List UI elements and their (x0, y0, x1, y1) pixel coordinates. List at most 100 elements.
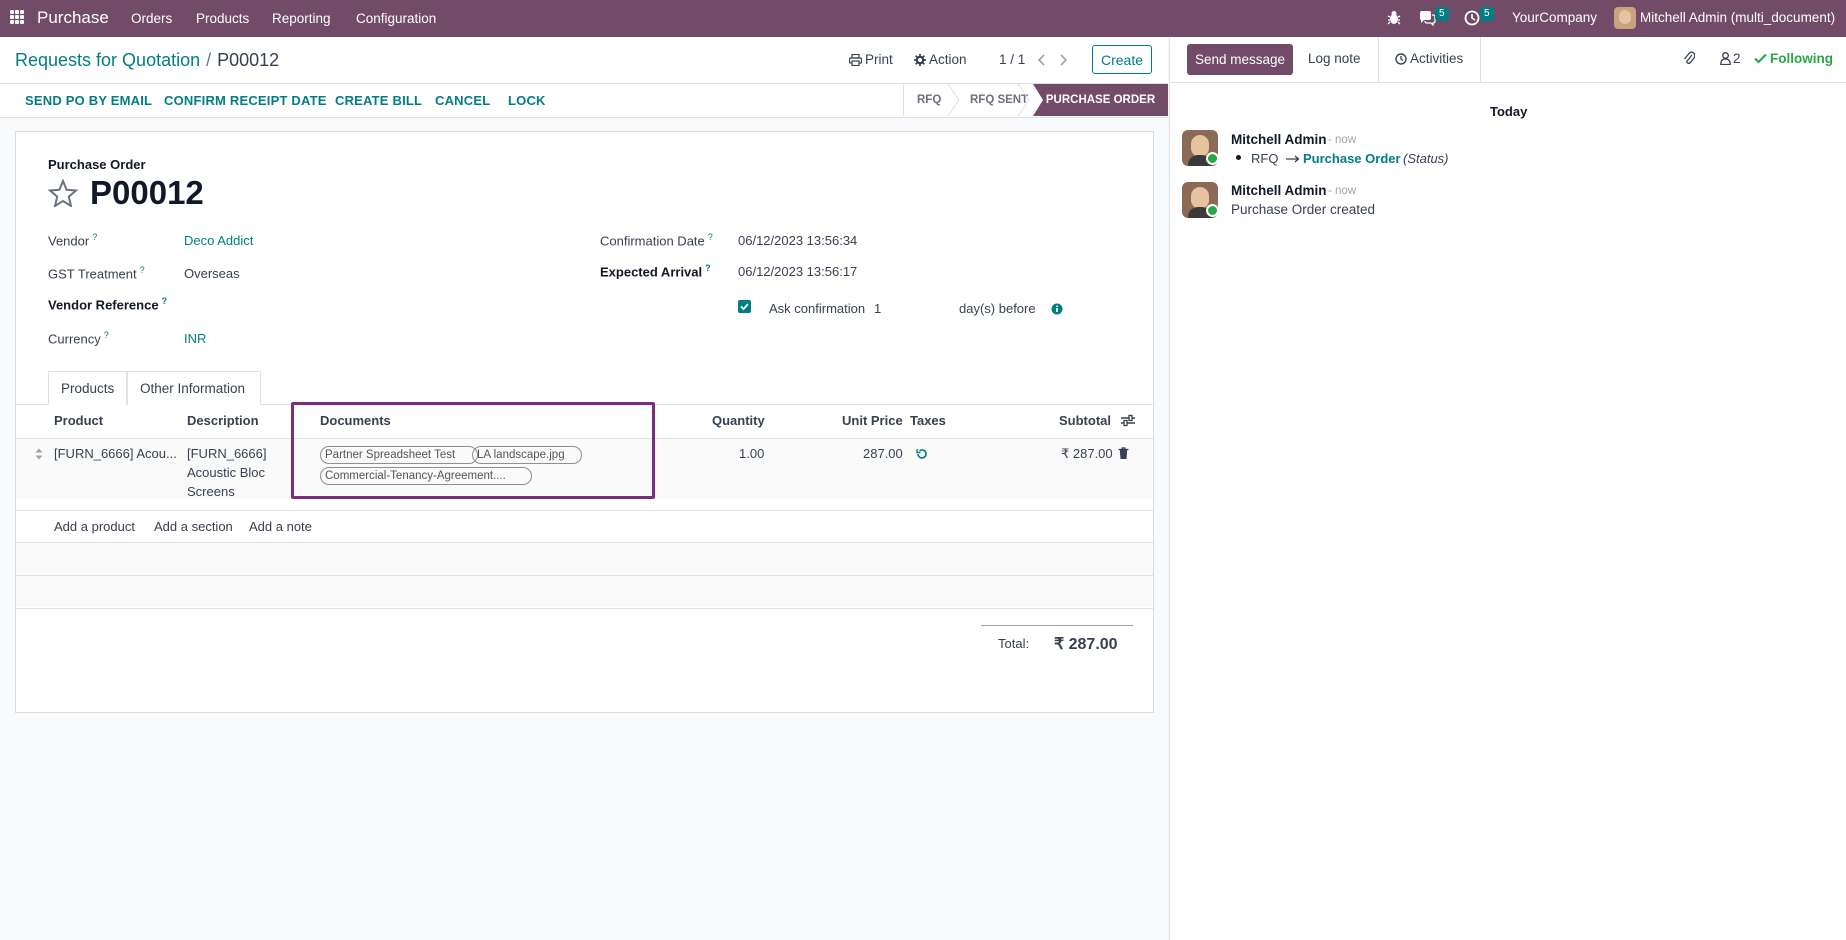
help-tooltip[interactable]: ? (140, 265, 145, 275)
activities-button[interactable]: Activities (1410, 51, 1463, 66)
print-button[interactable]: Print (865, 52, 893, 67)
messages-badge: 5 (1435, 7, 1449, 21)
help-tooltip[interactable]: ? (92, 232, 97, 242)
messages-icon[interactable] (1418, 10, 1436, 26)
message-author[interactable]: Mitchell Admin (1231, 183, 1327, 198)
empty-row (16, 543, 1153, 575)
tracking-field-name: (Status) (1403, 151, 1449, 166)
online-status-icon (1206, 204, 1219, 217)
bullet-point (1236, 155, 1241, 160)
drag-handle-icon[interactable] (35, 448, 43, 460)
confirm-receipt-date-button[interactable]: CONFIRM RECEIPT DATE (164, 93, 327, 108)
vendor-label: Vendor? (48, 232, 97, 248)
log-note-button[interactable]: Log note (1308, 51, 1361, 66)
column-subtotal[interactable]: Subtotal (1059, 413, 1111, 428)
pager-value[interactable]: 1 / 1 (999, 52, 1025, 67)
row-quantity[interactable]: 1.00 (739, 446, 764, 461)
stage-rfq[interactable]: RFQ (917, 84, 941, 116)
message-time: - now (1328, 134, 1357, 146)
activities-badge: 5 (1480, 7, 1494, 21)
favorite-star-icon[interactable] (48, 179, 78, 207)
company-switcher[interactable]: YourCompany (1512, 10, 1597, 25)
print-icon[interactable] (849, 54, 862, 66)
menu-products[interactable]: Products (196, 11, 249, 26)
control-panel: Requests for Quotation / P00012 Print Acti… (0, 37, 1168, 84)
column-unit-price[interactable]: Unit Price (842, 413, 903, 428)
expected-arrival-field[interactable]: 06/12/2023 13:56:17 (738, 264, 857, 279)
add-note-link[interactable]: Add a note (249, 519, 312, 534)
form-sheet: Purchase Order P00012 Vendor? Deco Addic… (15, 131, 1154, 713)
row-product[interactable]: [FURN_6666] Acou... (54, 446, 179, 461)
create-bill-button[interactable]: CREATE BILL (335, 93, 422, 108)
followers-icon[interactable] (1720, 52, 1731, 65)
delete-trash-icon[interactable] (1118, 447, 1129, 460)
stage-purchase-order[interactable]: PURCHASE ORDER (1033, 84, 1168, 116)
following-button[interactable]: Following (1770, 51, 1833, 66)
expected-arrival-label-text: Expected Arrival (600, 264, 703, 280)
add-product-link[interactable]: Add a product (54, 519, 135, 534)
menu-configuration[interactable]: Configuration (356, 11, 436, 26)
column-description[interactable]: Description (187, 413, 259, 428)
cancel-button[interactable]: CANCEL (435, 93, 490, 108)
column-taxes[interactable]: Taxes (910, 413, 946, 428)
gst-treatment-label: GST Treatment? (48, 265, 145, 281)
check-icon (1754, 53, 1767, 64)
app-name[interactable]: Purchase (37, 8, 109, 28)
documents-highlight-box (291, 402, 655, 499)
ask-confirmation-days-input[interactable]: 1 (874, 301, 881, 316)
row-description-line[interactable]: Acoustic Bloc (187, 465, 265, 480)
user-avatar[interactable] (1614, 7, 1636, 29)
paperclip-icon[interactable] (1683, 50, 1695, 66)
tracking-old-value: RFQ (1251, 151, 1279, 166)
tab-other-information[interactable]: Other Information (127, 371, 261, 405)
message-body: Purchase Order created (1231, 202, 1376, 217)
vendor-field[interactable]: Deco Addict (184, 233, 253, 248)
add-section-link[interactable]: Add a section (154, 519, 233, 534)
info-icon[interactable] (1051, 303, 1063, 315)
create-button[interactable]: Create (1092, 45, 1152, 74)
chatter-panel: Send message Log note Activities 2 Follo… (1169, 37, 1846, 940)
menu-reporting[interactable]: Reporting (272, 11, 331, 26)
chatter-divider (1378, 37, 1379, 82)
help-tooltip[interactable]: ? (705, 263, 711, 273)
user-menu[interactable]: Mitchell Admin (multi_document) (1640, 10, 1835, 25)
send-po-by-email-button[interactable]: SEND PO BY EMAIL (25, 93, 152, 108)
statusbar: SEND PO BY EMAIL CONFIRM RECEIPT DATE CR… (0, 84, 1168, 118)
apps-grid-icon[interactable] (10, 10, 24, 24)
lock-button[interactable]: LOCK (508, 93, 546, 108)
currency-label-text: Currency (48, 331, 101, 347)
confirmation-date-field[interactable]: 06/12/2023 13:56:34 (738, 233, 857, 248)
gear-icon[interactable] (914, 54, 926, 66)
gst-label-text: GST Treatment (48, 266, 137, 282)
message-author[interactable]: Mitchell Admin (1231, 132, 1327, 147)
tab-products[interactable]: Products (48, 371, 127, 405)
pager-previous-icon[interactable] (1037, 53, 1047, 67)
optional-columns-icon[interactable] (1121, 414, 1135, 427)
help-tooltip[interactable]: ? (162, 296, 168, 306)
help-tooltip[interactable]: ? (708, 232, 713, 242)
confirmation-date-label: Confirmation Date? (600, 232, 713, 248)
help-tooltip[interactable]: ? (104, 330, 109, 340)
row-description-line[interactable]: Screens (187, 484, 235, 499)
column-product[interactable]: Product (54, 413, 103, 428)
total-label: Total: (998, 636, 1030, 651)
breadcrumb-parent[interactable]: Requests for Quotation (15, 50, 200, 70)
stage-divider (903, 84, 904, 116)
confirmation-date-label-text: Confirmation Date (600, 233, 705, 249)
followers-count[interactable]: 2 (1733, 51, 1741, 66)
bug-icon[interactable] (1387, 10, 1401, 26)
gst-treatment-field[interactable]: Overseas (184, 266, 240, 281)
send-message-button[interactable]: Send message (1187, 44, 1293, 75)
ask-confirmation-checkbox[interactable] (738, 300, 751, 313)
row-unit-price[interactable]: 287.00 (863, 446, 903, 461)
pager-next-icon[interactable] (1058, 53, 1068, 67)
activities-clock-icon[interactable] (1464, 10, 1480, 26)
row-description-line[interactable]: [FURN_6666] (187, 446, 266, 461)
currency-field[interactable]: INR (184, 331, 206, 346)
column-quantity[interactable]: Quantity (712, 413, 765, 428)
action-button[interactable]: Action (929, 52, 967, 67)
taxes-history-icon[interactable] (916, 448, 928, 460)
menu-orders[interactable]: Orders (131, 11, 172, 26)
breadcrumb-separator: / (206, 50, 212, 70)
vendor-reference-input[interactable] (184, 292, 554, 312)
